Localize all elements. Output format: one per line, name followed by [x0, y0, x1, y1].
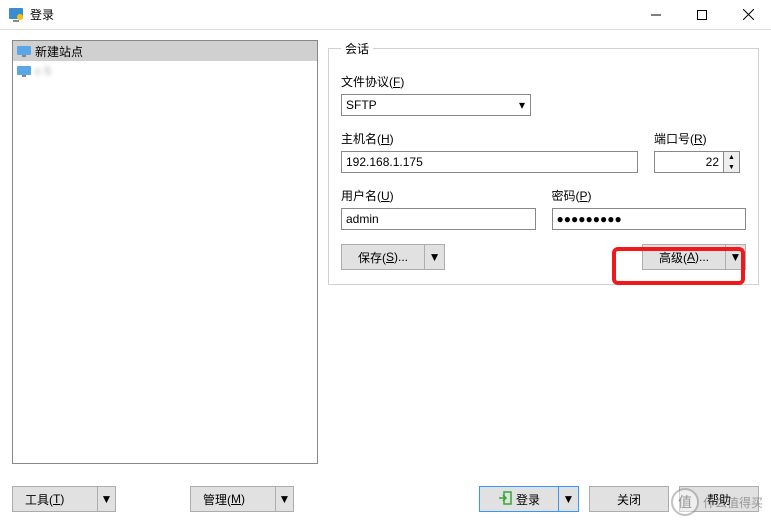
site-item-new[interactable]: 新建站点 [13, 41, 317, 61]
advanced-dropdown[interactable]: ▼ [726, 244, 746, 270]
protocol-select[interactable] [341, 94, 531, 116]
caret-down-icon: ▼ [563, 492, 575, 506]
watermark: 值 什么值得买 [663, 484, 771, 520]
watermark-text: 什么值得买 [703, 494, 763, 511]
title-bar: 登录 [0, 0, 771, 30]
hostname-label: 主机名(H) [341, 130, 638, 147]
username-input[interactable] [341, 208, 536, 230]
monitor-icon [17, 46, 31, 57]
caret-down-icon: ▼ [730, 250, 742, 264]
session-legend: 会话 [341, 40, 373, 57]
login-button[interactable]: 登录 ▼ [479, 486, 579, 512]
watermark-icon: 值 [671, 488, 699, 516]
app-icon [8, 7, 24, 23]
maximize-button[interactable] [679, 0, 725, 30]
session-group: 会话 文件协议(F) ▾ 主机名(H) 端口号(R) ▲▼ [328, 40, 759, 285]
password-label: 密码(P) [552, 187, 747, 204]
site-item-existing[interactable]: c 5 [13, 61, 317, 81]
port-label: 端口号(R) [654, 130, 746, 147]
manage-dropdown[interactable]: ▼ [276, 486, 294, 512]
tools-dropdown[interactable]: ▼ [98, 486, 116, 512]
chevron-up-icon: ▲ [724, 152, 739, 162]
port-spinner[interactable]: ▲▼ [724, 151, 740, 173]
site-list[interactable]: 新建站点 c 5 [12, 40, 318, 464]
minimize-button[interactable] [633, 0, 679, 30]
caret-down-icon: ▼ [101, 492, 113, 506]
hostname-input[interactable] [341, 151, 638, 173]
advanced-button[interactable]: 高级(A)... ▼ [642, 244, 746, 270]
protocol-label: 文件协议(F) [341, 73, 746, 90]
login-icon [498, 491, 512, 508]
port-input[interactable] [654, 151, 724, 173]
footer: 工具(T) ▼ 管理(M) ▼ 登录 ▼ 关闭 帮助 [12, 486, 759, 512]
close-button-footer[interactable]: 关闭 [589, 486, 669, 512]
site-item-label: c 5 [35, 64, 51, 78]
username-label: 用户名(U) [341, 187, 536, 204]
save-dropdown[interactable]: ▼ [425, 244, 445, 270]
close-button[interactable] [725, 0, 771, 30]
save-button[interactable]: 保存(S)... ▼ [341, 244, 445, 270]
site-item-label: 新建站点 [35, 43, 83, 60]
caret-down-icon: ▼ [279, 492, 291, 506]
tools-button[interactable]: 工具(T) [12, 486, 98, 512]
window-title: 登录 [30, 6, 633, 23]
password-input[interactable] [552, 208, 747, 230]
monitor-icon [17, 66, 31, 77]
caret-down-icon: ▼ [429, 250, 441, 264]
chevron-down-icon: ▼ [724, 162, 739, 172]
manage-button[interactable]: 管理(M) [190, 486, 276, 512]
login-dropdown[interactable]: ▼ [559, 486, 579, 512]
